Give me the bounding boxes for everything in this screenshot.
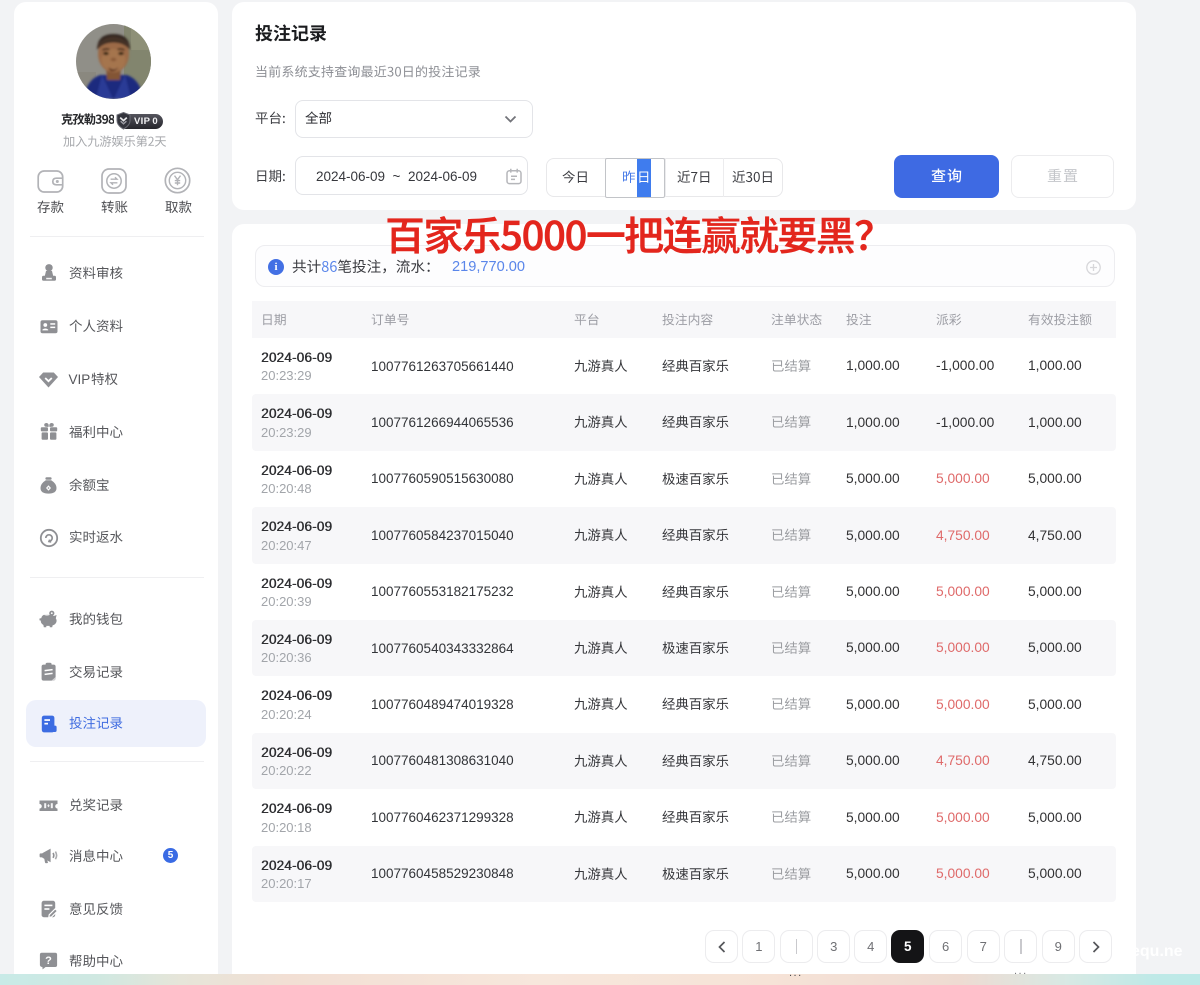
svg-text:?: ? [45,955,52,967]
